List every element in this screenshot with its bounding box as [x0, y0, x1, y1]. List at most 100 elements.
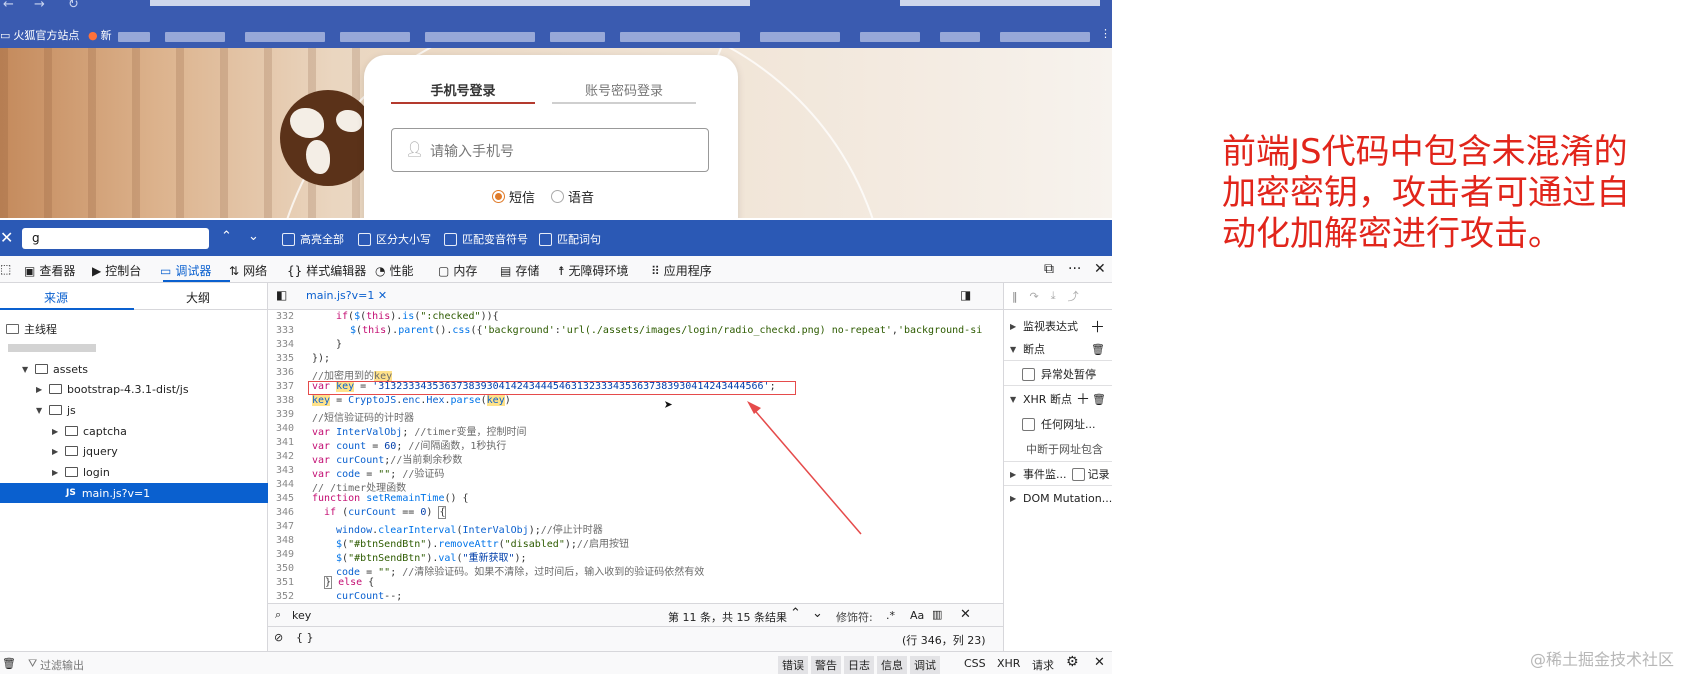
tab-main-js[interactable]: main.js?v=1 ✕: [306, 289, 387, 302]
watch-expressions-header[interactable]: ▶ 监视表达式 ＋: [1004, 315, 1112, 337]
filter-xhr-button[interactable]: XHR: [997, 657, 1020, 670]
checkbox-icon[interactable]: [1071, 467, 1085, 481]
reload-icon[interactable]: ↻: [68, 0, 79, 12]
find-next-icon[interactable]: ⌄: [248, 229, 259, 244]
xhr-url-contains[interactable]: 中断于网址包含: [1004, 438, 1112, 460]
filter-info-button[interactable]: 信息: [877, 656, 907, 674]
bookmark-item[interactable]: [118, 32, 150, 42]
pick-element-icon[interactable]: ⬚: [0, 262, 11, 276]
tree-item-js[interactable]: ▼ js: [0, 400, 268, 420]
step-out-icon[interactable]: ⤴: [1068, 288, 1079, 304]
dock-icon[interactable]: ⧉: [1044, 261, 1054, 277]
close-devtools-icon[interactable]: ✕: [1094, 261, 1106, 277]
filter-requests-button[interactable]: 请求: [1032, 657, 1054, 673]
case-toggle-icon[interactable]: Aa: [910, 609, 924, 622]
whole-words-checkbox[interactable]: 匹配词句: [539, 231, 601, 247]
highlight-all-checkbox[interactable]: 高亮全部: [282, 231, 344, 247]
tab-performance[interactable]: ◔ 性能: [375, 262, 414, 279]
regex-toggle-icon[interactable]: .*: [886, 609, 895, 622]
step-over-icon[interactable]: ↷: [1030, 290, 1039, 303]
tree-item-main-js[interactable]: JS main.js?v=1: [0, 483, 268, 503]
clear-console-icon[interactable]: 🗑︎: [2, 657, 16, 670]
delete-icon[interactable]: 🗑︎: [1092, 393, 1106, 406]
close-icon[interactable]: ✕: [0, 228, 13, 247]
phone-input[interactable]: 👤︎ 请输入手机号: [391, 128, 709, 172]
tab-phone-login[interactable]: 手机号登录: [391, 80, 535, 104]
tree-item-assets[interactable]: ▼ assets: [0, 359, 268, 379]
toggle-right-pane-icon[interactable]: ◨: [960, 288, 971, 302]
xhr-any-url[interactable]: 任何网址...: [1004, 413, 1112, 435]
pretty-print-icon[interactable]: { }: [296, 631, 314, 644]
radio-voice[interactable]: 语音: [551, 187, 594, 206]
find-input[interactable]: g: [22, 228, 209, 249]
match-case-checkbox[interactable]: 区分大小写: [358, 231, 431, 247]
tree-item-host[interactable]: [0, 338, 268, 358]
tab-accessibility[interactable]: ☨ 无障碍环境: [558, 262, 629, 279]
close-tab-icon[interactable]: ✕: [378, 289, 387, 302]
next-result-icon[interactable]: ⌄: [812, 606, 823, 621]
filter-debug-button[interactable]: 调试: [910, 656, 940, 674]
bookmark-item[interactable]: ▭ 火狐官方站点: [0, 27, 79, 43]
tab-storage[interactable]: ▤ 存储: [500, 262, 539, 279]
pause-on-exceptions[interactable]: 异常处暂停: [1004, 363, 1112, 385]
tab-sources[interactable]: 来源: [44, 289, 68, 306]
add-watch-icon[interactable]: ＋: [1090, 316, 1105, 337]
bookmark-item[interactable]: [760, 32, 840, 42]
filter-css-button[interactable]: CSS: [964, 657, 986, 670]
blackbox-icon[interactable]: ⊘: [274, 631, 283, 644]
tab-network[interactable]: ⇅ 网络: [229, 262, 267, 279]
xhr-breakpoints-header[interactable]: ▼ XHR 断点 ＋ 🗑︎: [1004, 388, 1112, 410]
dom-mutation-header[interactable]: ▶ DOM Mutation...: [1004, 487, 1112, 509]
whole-word-toggle-icon[interactable]: ▥: [932, 608, 942, 621]
forward-icon[interactable]: →: [34, 0, 45, 12]
step-in-icon[interactable]: ⤓: [1051, 289, 1056, 303]
toggle-sidebar-icon[interactable]: ◧: [276, 288, 287, 302]
radio-sms[interactable]: 短信: [492, 187, 535, 206]
tab-console[interactable]: ▶ 控制台: [92, 262, 141, 279]
bookmark-item[interactable]: [940, 32, 980, 42]
tab-application[interactable]: ⠿ 应用程序: [651, 262, 712, 279]
bookmark-item[interactable]: [165, 32, 225, 42]
delete-icon[interactable]: 🗑︎: [1091, 343, 1105, 356]
bookmark-item[interactable]: ● 新: [88, 27, 112, 43]
bookmark-item[interactable]: [340, 32, 410, 42]
editor-search-input[interactable]: key: [292, 609, 311, 622]
tab-account-login[interactable]: 账号密码登录: [552, 80, 696, 104]
match-diacritics-checkbox[interactable]: 匹配变音符号: [444, 231, 528, 247]
find-previous-icon[interactable]: ⌃: [221, 229, 232, 244]
tab-style-editor[interactable]: {} 样式编辑器: [287, 262, 366, 279]
close-search-icon[interactable]: ✕: [960, 607, 971, 622]
bookmark-item[interactable]: [550, 32, 605, 42]
filter-warnings-button[interactable]: 警告: [811, 656, 841, 674]
add-xhr-icon[interactable]: ＋: [1076, 389, 1090, 409]
tree-item-jquery[interactable]: ▶ jquery: [0, 441, 268, 461]
divider: [1004, 360, 1112, 361]
more-bookmarks-icon[interactable]: ⋮: [1100, 27, 1111, 40]
previous-result-icon[interactable]: ⌃: [790, 606, 801, 621]
bookmark-item[interactable]: [245, 32, 325, 42]
tab-inspector[interactable]: ▣ 查看器: [24, 262, 75, 279]
filter-logs-button[interactable]: 日志: [844, 656, 874, 674]
pause-icon[interactable]: ‖: [1012, 290, 1018, 303]
bookmark-item[interactable]: [620, 32, 740, 42]
tree-item-captcha[interactable]: ▶ captcha: [0, 421, 268, 441]
tab-outline[interactable]: 大纲: [186, 289, 210, 306]
bookmark-item[interactable]: [1000, 32, 1090, 42]
filter-errors-button[interactable]: 错误: [778, 656, 808, 674]
tree-item-main-thread[interactable]: 主线程: [0, 319, 268, 339]
bookmark-item[interactable]: [860, 32, 920, 42]
tab-debugger[interactable]: ▭ 调试器: [160, 262, 211, 279]
tab-memory[interactable]: ▢ 内存: [438, 262, 477, 279]
breakpoints-header[interactable]: ▼ 断点 🗑︎: [1004, 338, 1112, 360]
tree-item-login[interactable]: ▶ login: [0, 462, 268, 482]
tree-item-bootstrap[interactable]: ▶ bootstrap-4.3.1-dist/js: [0, 379, 268, 399]
back-icon[interactable]: ←: [3, 0, 14, 12]
code-editor[interactable]: 332 333 334 335 336 337 338 339 340 341 …: [268, 310, 1003, 603]
more-options-icon[interactable]: ···: [1068, 261, 1081, 277]
close-console-icon[interactable]: ✕: [1094, 655, 1105, 670]
event-listeners-header[interactable]: ▶ 事件监... 记录: [1004, 463, 1112, 485]
address-bar[interactable]: [150, 0, 750, 6]
filter-output-input[interactable]: 过滤输出: [40, 657, 84, 673]
settings-gear-icon[interactable]: ⚙: [1066, 654, 1079, 670]
bookmark-item[interactable]: [425, 32, 535, 42]
